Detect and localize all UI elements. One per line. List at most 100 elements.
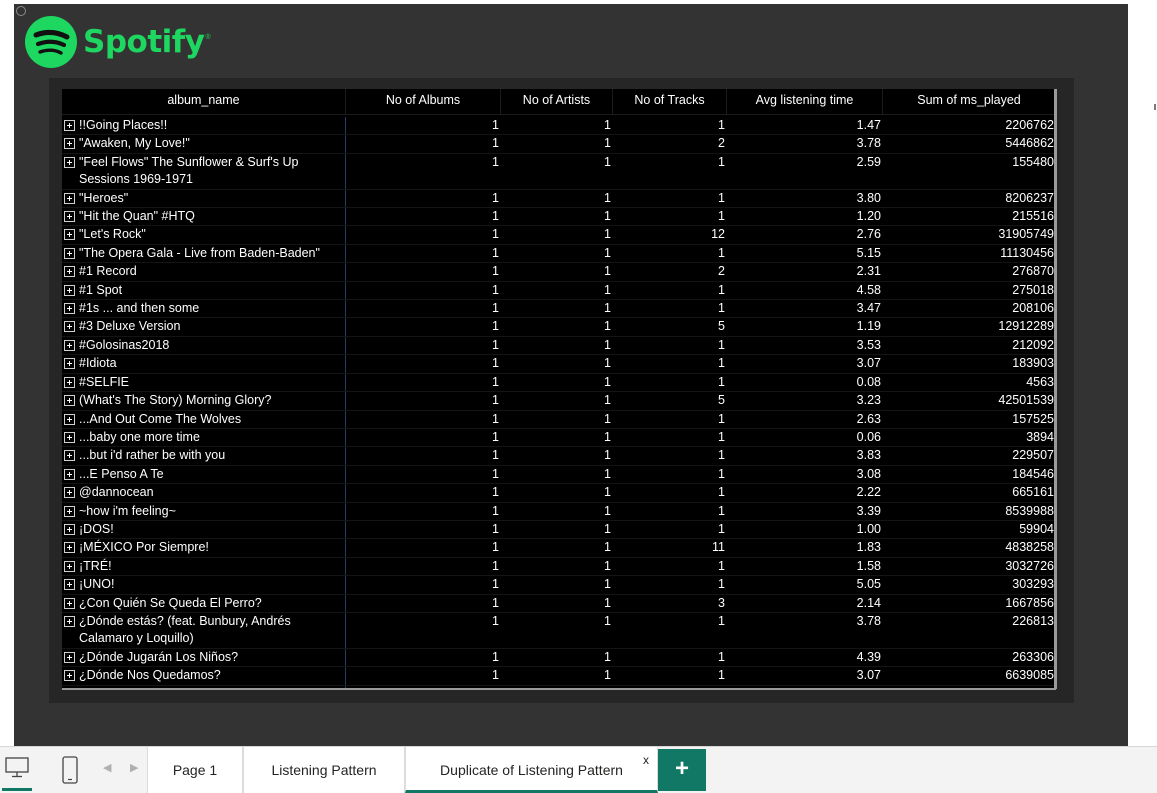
- desktop-view-button[interactable]: [2, 755, 32, 791]
- vertical-scrollbar[interactable]: [1054, 89, 1057, 689]
- table-row[interactable]: "Feel Flows" The Sunflower & Surf's Up S…: [62, 153, 1056, 190]
- expand-icon[interactable]: [64, 321, 75, 333]
- table-row[interactable]: "Heroes" 1 1 1 3.80 8206237: [62, 189, 1056, 209]
- table-row[interactable]: #3 Deluxe Version 1 1 5 1.19 12912289: [62, 318, 1056, 337]
- column-header-album-name[interactable]: album_name: [62, 89, 346, 115]
- table-row[interactable]: "Hit the Quan" #HTQ 1 1 1 1.20 215516: [62, 208, 1056, 227]
- table-row[interactable]: ...but i'd rather be with you 1 1 1 3.83 2295…: [62, 447, 1056, 466]
- expand-icon[interactable]: [64, 542, 75, 554]
- table-row[interactable]: #Idiota 1 1 1 3.07 183903: [62, 355, 1056, 374]
- table-row[interactable]: ~how i'm feeling~ 1 1 1 3.39 8539988: [62, 502, 1056, 521]
- expand-icon[interactable]: [64, 120, 75, 131]
- chevron-left-icon[interactable]: ◀: [103, 761, 111, 774]
- expand-icon[interactable]: [64, 468, 75, 480]
- sum-ms-played-cell: 1667856: [1005, 595, 1054, 610]
- tab-listening-pattern[interactable]: Listening Pattern: [243, 747, 405, 793]
- table-row[interactable]: #1 Record 1 1 2 2.31 276870: [62, 263, 1056, 282]
- chevron-right-icon[interactable]: ▶: [130, 761, 138, 774]
- expand-icon[interactable]: [64, 192, 75, 204]
- table-row[interactable]: "The Opera Gala - Live from Baden-Baden"…: [62, 244, 1056, 264]
- column-header-avg-listening-time[interactable]: Avg listening time: [727, 89, 883, 115]
- sum-ms-played-cell: 3894: [1026, 429, 1054, 444]
- expand-icon[interactable]: [64, 505, 75, 517]
- expand-icon[interactable]: [64, 413, 75, 425]
- album-name-cell: "Heroes": [62, 189, 346, 208]
- column-header-no-of-albums[interactable]: No of Albums: [346, 89, 501, 115]
- table-row[interactable]: ¡MÉXICO Por Siempre! 1 1 11 1.83 4838258: [62, 539, 1056, 558]
- expand-icon[interactable]: [64, 597, 75, 609]
- album-name-label: #3 Deluxe Version: [79, 319, 181, 334]
- expand-icon[interactable]: [64, 303, 75, 315]
- expand-icon[interactable]: [64, 138, 75, 150]
- artists-count-cell: 1: [604, 466, 611, 481]
- table-row[interactable]: (What's The Story) Morning Glory? 1 1 5 3.23…: [62, 392, 1056, 411]
- expand-icon[interactable]: [64, 487, 75, 499]
- horizontal-scrollbar[interactable]: [62, 688, 1056, 690]
- column-header-sum-ms-played[interactable]: Sum of ms_played: [883, 89, 1056, 115]
- expand-icon[interactable]: [64, 431, 75, 443]
- album-name-cell: "Hit the Quan" #HTQ: [62, 208, 346, 226]
- report-window: Spotify ® album_name No of Albums No of …: [0, 0, 1157, 793]
- canvas-menu-icon[interactable]: [16, 6, 26, 16]
- tab-duplicate-of-listening-pattern[interactable]: Duplicate of Listening Pattern: [405, 747, 658, 793]
- expand-icon[interactable]: [64, 651, 75, 663]
- table-row[interactable]: #SELFIE 1 1 1 0.08 4563: [62, 373, 1056, 393]
- sum-ms-played-cell: 4838258: [1005, 540, 1054, 555]
- table-row[interactable]: "Let's Rock" 1 1 12 2.76 31905749: [62, 226, 1056, 245]
- table-row[interactable]: ¡UNO! 1 1 1 5.05 303293: [62, 576, 1056, 595]
- expand-icon[interactable]: [64, 450, 75, 462]
- table-row[interactable]: ¡DOS! 1 1 1 1.00 59904: [62, 520, 1056, 540]
- table-row[interactable]: ...E Penso A Te 1 1 1 3.08 184546: [62, 465, 1056, 485]
- expand-icon[interactable]: [64, 395, 75, 407]
- add-page-button[interactable]: +: [658, 749, 706, 791]
- column-header-no-of-tracks[interactable]: No of Tracks: [613, 89, 727, 115]
- table-row[interactable]: #Golosinas2018 1 1 1 3.53 212092: [62, 336, 1056, 356]
- table-row[interactable]: ¿Dónde Nos Quedamos? 1 1 1 3.07 6639085: [62, 667, 1056, 686]
- table-row[interactable]: #1s ... and then some 1 1 1 3.47 208106: [62, 300, 1056, 319]
- expand-icon[interactable]: [64, 211, 75, 223]
- expand-icon[interactable]: [64, 560, 75, 572]
- expand-icon[interactable]: [64, 376, 75, 388]
- table-row[interactable]: ¡TRÉ! 1 1 1 1.58 3032726: [62, 557, 1056, 577]
- table-row[interactable]: ...And Out Come The Wolves 1 1 1 2.63 157525: [62, 410, 1056, 429]
- pane-handle[interactable]: [1154, 104, 1156, 110]
- expand-icon[interactable]: [64, 229, 75, 241]
- column-header-no-of-artists[interactable]: No of Artists: [501, 89, 613, 115]
- avg-listening-time-cell: 1.19: [856, 319, 881, 334]
- albums-count-cell: 1: [492, 595, 499, 610]
- tracks-count-cell: 1: [718, 209, 725, 224]
- sum-ms-played-cell: 215516: [1012, 209, 1054, 224]
- table-row[interactable]: #1 Spot 1 1 1 4.58 275018: [62, 281, 1056, 301]
- expand-icon[interactable]: [64, 247, 75, 259]
- expand-icon[interactable]: [64, 358, 75, 370]
- albums-count-cell: 1: [492, 485, 499, 500]
- mobile-view-button[interactable]: [60, 755, 80, 785]
- table-row[interactable]: !!Going Places!! 1 1 1 1.47 2206762: [62, 117, 1056, 136]
- artists-count-cell: 1: [604, 118, 611, 132]
- tab-page-1[interactable]: Page 1: [147, 747, 243, 793]
- table-row[interactable]: @dannocean 1 1 1 2.22 665161: [62, 484, 1056, 503]
- expand-icon[interactable]: [64, 523, 75, 535]
- expand-icon[interactable]: [64, 284, 75, 296]
- albums-matrix-table[interactable]: album_name No of Albums No of Artists No…: [62, 89, 1056, 689]
- expand-icon[interactable]: [64, 615, 75, 627]
- expand-icon[interactable]: [64, 266, 75, 278]
- artists-count-cell: 1: [604, 136, 611, 151]
- expand-icon[interactable]: [64, 156, 75, 168]
- expand-icon[interactable]: [64, 670, 75, 682]
- avg-listening-time-cell: 1.83: [856, 540, 881, 555]
- table-row[interactable]: ¿Con Quién Se Queda El Perro? 1 1 3 2.14 1667…: [62, 594, 1056, 613]
- table-row[interactable]: ¿Dónde estás? (feat. Bunbury, Andrés Cal…: [62, 612, 1056, 649]
- expand-icon[interactable]: [64, 339, 75, 351]
- album-name-cell: "Awaken, My Love!": [62, 135, 346, 153]
- tracks-count-cell: 1: [718, 301, 725, 316]
- table-row[interactable]: ¿Dónde Jugarán Los Niños? 1 1 1 4.39 263306: [62, 648, 1056, 668]
- expand-icon[interactable]: [64, 579, 75, 591]
- close-tab-icon[interactable]: x: [643, 753, 649, 767]
- album-name-cell: @dannocean: [62, 484, 346, 502]
- tracks-count-cell: 1: [718, 337, 725, 352]
- sum-ms-played-cell: 275018: [1012, 282, 1054, 297]
- table-row[interactable]: ...baby one more time 1 1 1 0.06 3894: [62, 428, 1056, 448]
- table-row[interactable]: "Awaken, My Love!" 1 1 2 3.78 5446862: [62, 135, 1056, 154]
- album-name-label: ~how i'm feeling~: [79, 503, 176, 518]
